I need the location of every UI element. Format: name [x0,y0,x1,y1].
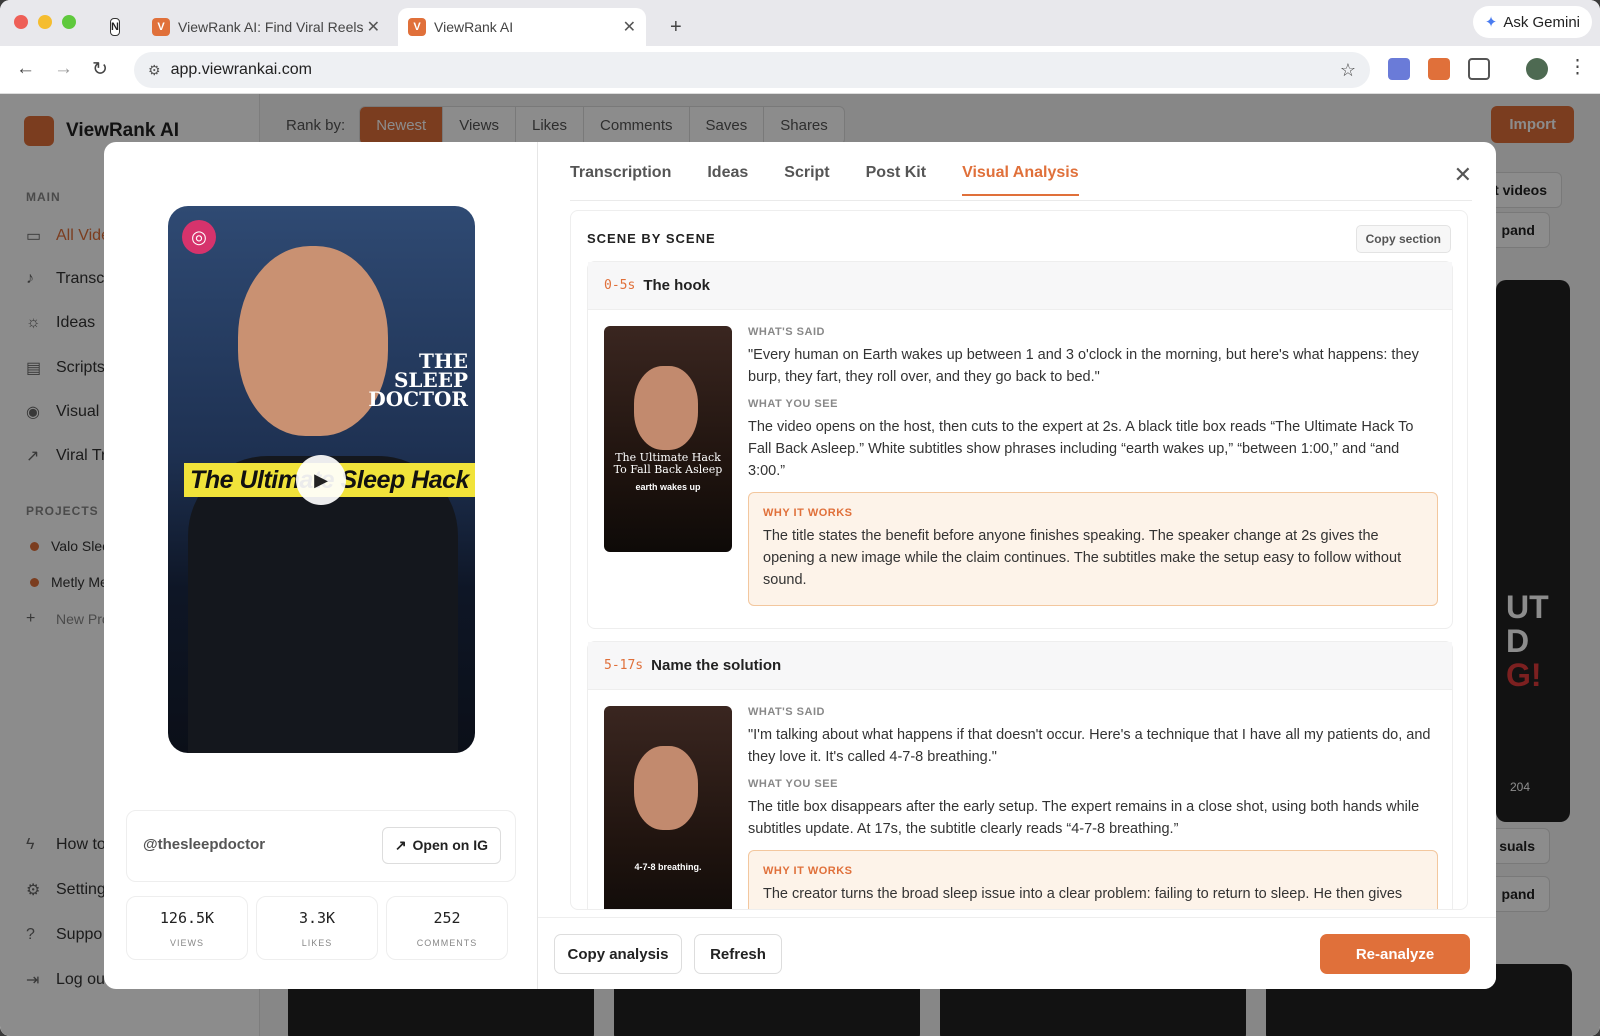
notion-tab[interactable]: N [100,8,130,46]
why-it-works-label: WHY IT WORKS [763,865,853,877]
site-settings-icon[interactable]: ⚙ [148,62,161,79]
whats-said-label: WHAT'S SAID [748,706,825,718]
video-player[interactable]: THE SLEEP DOCTOR The Ultimate Sleep Hack… [168,206,475,753]
stat-likes: 3.3K LIKES [256,896,378,960]
tab-viewrank-find[interactable]: V ViewRank AI: Find Viral Reels ✕ [142,8,390,46]
tab-divider [570,200,1472,201]
scene-title: The hook [643,277,710,294]
thumbnail-face [634,746,698,830]
tab-label: ViewRank AI [434,19,514,35]
modal-footer: Copy analysis Refresh Re-analyze [538,917,1496,989]
analysis-tabs: Transcription Ideas Script Post Kit Visu… [570,164,1115,196]
thumbnail-subtitle: 4-7-8 breathing. [634,862,702,872]
tab-viewrank[interactable]: V ViewRank AI ✕ [398,8,646,46]
reload-icon[interactable]: ↻ [92,58,108,81]
creator-box: @thesleepdoctor ↗ Open on IG [126,810,516,882]
stat-value: 3.3K [298,909,336,927]
ask-gemini-button[interactable]: ✦ Ask Gemini [1472,6,1592,38]
bookmark-star-icon[interactable]: ☆ [1340,60,1356,81]
video-title-overlay: THE SLEEP DOCTOR [368,349,468,411]
url-text: app.viewrankai.com [170,61,312,78]
stat-value: 126.5K [159,909,215,927]
forward-icon[interactable]: → [54,58,73,80]
close-window-button[interactable] [14,15,28,29]
profile-avatar[interactable] [1526,58,1548,80]
instagram-icon: ◎ [182,220,216,254]
why-it-works-text: The creator turns the broad sleep issue … [763,886,1403,902]
stat-comments: 252 COMMENTS [386,896,508,960]
url-bar[interactable]: ⚙ app.viewrankai.com ☆ [134,52,1370,88]
extension-wc-icon[interactable] [1388,58,1410,80]
stat-value: 252 [433,909,461,927]
ask-gemini-label: Ask Gemini [1503,13,1580,31]
why-it-works-label: WHY IT WORKS [763,507,853,519]
scene-thumbnail: 4-7-8 breathing. [604,706,732,909]
close-modal-icon[interactable]: ✕ [1454,162,1472,188]
stat-views: 126.5K VIEWS [126,896,248,960]
browser-window: N V ViewRank AI: Find Viral Reels ✕ V Vi… [0,0,1600,1036]
scene-panel[interactable]: SCENE BY SCENE Copy section 0-5s The hook… [570,210,1468,910]
video-detail-modal: THE SLEEP DOCTOR The Ultimate Sleep Hack… [104,142,1496,989]
scene-title: Name the solution [651,657,782,674]
why-it-works-text: The title states the benefit before anyo… [763,528,1402,588]
refresh-button[interactable]: Refresh [694,934,782,974]
play-icon[interactable]: ▶ [296,455,346,505]
close-tab-icon[interactable]: ✕ [623,17,636,37]
tab-label: ViewRank AI: Find Viral Reels [178,19,364,35]
stat-label: VIEWS [169,938,204,948]
notion-icon: N [110,18,120,36]
why-it-works-box: WHY IT WORKS The title states the benefi… [748,492,1438,606]
what-you-see-label: WHAT YOU SEE [748,398,838,410]
minimize-window-button[interactable] [38,15,52,29]
thumbnail-subtitle: earth wakes up [635,482,701,492]
what-you-see-text: The title box disappears after the early… [748,799,1420,837]
thumbnail-face [634,366,698,450]
tab-strip: N V ViewRank AI: Find Viral Reels ✕ V Vi… [0,0,1600,46]
scene-card: 0-5s The hook The Ultimate Hack To Fall B… [587,261,1453,629]
scene-body: WHAT'S SAID "Every human on Earth wakes … [748,326,1438,606]
back-icon[interactable]: ← [16,58,35,80]
viewrank-favicon-icon: V [152,18,170,36]
whats-said-label: WHAT'S SAID [748,326,825,338]
why-it-works-box: WHY IT WORKS The creator turns the broad… [748,850,1438,909]
scene-body: WHAT'S SAID "I'm talking about what happ… [748,706,1438,909]
tab-script[interactable]: Script [784,164,829,196]
external-link-icon: ↗ [394,837,407,853]
address-toolbar: ← → ↻ ⚙ app.viewrankai.com ☆ ⋮ [0,46,1600,94]
copy-section-button[interactable]: Copy section [1355,225,1451,253]
tab-transcription[interactable]: Transcription [570,164,671,196]
tab-ideas[interactable]: Ideas [707,164,748,196]
creator-handle: @thesleepdoctor [143,836,266,853]
maximize-window-button[interactable] [62,15,76,29]
copy-analysis-button[interactable]: Copy analysis [554,934,682,974]
scene-time: 5-17s [604,658,644,673]
close-tab-icon[interactable]: ✕ [367,17,380,37]
video-panel: THE SLEEP DOCTOR The Ultimate Sleep Hack… [104,142,538,989]
tab-visual-analysis[interactable]: Visual Analysis [962,164,1079,196]
scene-header: 5-17s Name the solution [588,642,1452,690]
stat-label: COMMENTS [416,938,478,948]
stat-label: LIKES [301,938,333,948]
tab-post-kit[interactable]: Post Kit [866,164,926,196]
scene-header: 0-5s The hook [588,262,1452,310]
extension-viewrank-icon[interactable] [1428,58,1450,80]
scene-card: 5-17s Name the solution 4-7-8 breathing. … [587,641,1453,909]
scene-thumbnail: The Ultimate Hack To Fall Back Asleep ea… [604,326,732,552]
gemini-sparkle-icon: ✦ [1484,14,1498,31]
open-on-ig-label: Open on IG [412,837,488,853]
more-menu-icon[interactable]: ⋮ [1568,56,1587,79]
viewrank-favicon-icon: V [408,18,426,36]
thumbnail-title: The Ultimate Hack To Fall Back Asleep [613,451,723,476]
section-title: SCENE BY SCENE [587,231,716,246]
whats-said-text: "I'm talking about what happens if that … [748,727,1431,765]
open-on-ig-button[interactable]: ↗ Open on IG [381,827,501,864]
extensions-puzzle-icon[interactable] [1468,58,1490,80]
re-analyze-button[interactable]: Re-analyze [1320,934,1470,974]
what-you-see-text: The video opens on the host, then cuts t… [748,419,1414,479]
scene-time: 0-5s [604,278,636,293]
new-tab-button[interactable]: + [660,8,692,46]
whats-said-text: "Every human on Earth wakes up between 1… [748,347,1419,385]
what-you-see-label: WHAT YOU SEE [748,778,838,790]
